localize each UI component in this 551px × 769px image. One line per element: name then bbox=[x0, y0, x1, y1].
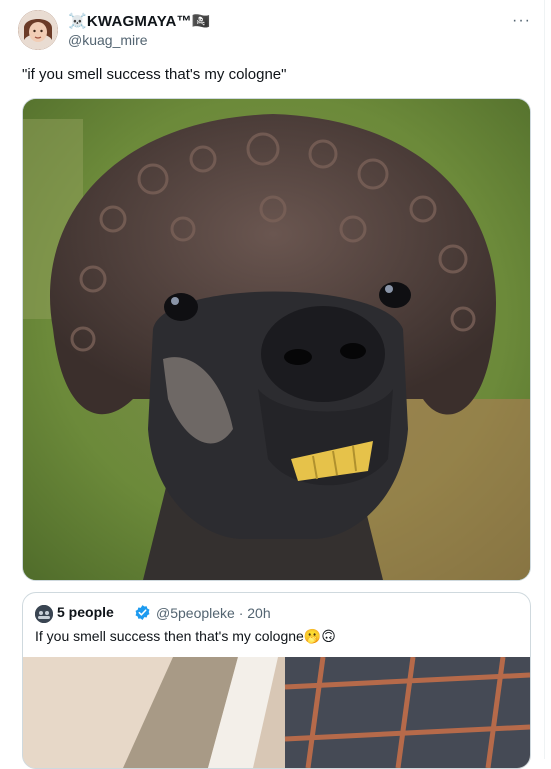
alpaca-photo bbox=[23, 99, 530, 580]
quoted-display-name[interactable]: 5 people bbox=[57, 604, 114, 620]
display-name[interactable]: ☠️KWAGMAYA™🏴‍☠️ bbox=[68, 12, 211, 30]
tweet-media-image[interactable] bbox=[22, 98, 531, 581]
window-photo bbox=[23, 656, 530, 768]
more-options-icon[interactable]: ··· bbox=[512, 12, 531, 30]
quoted-tweet-text: If you smell success then that's my colo… bbox=[35, 628, 336, 644]
user-handle[interactable]: @kuag_mire bbox=[68, 32, 148, 48]
tweet[interactable]: ☠️KWAGMAYA™🏴‍☠️ @kuag_mire ··· "if you s… bbox=[0, 0, 545, 769]
quoted-avatar[interactable] bbox=[35, 605, 53, 623]
quoted-tweet[interactable]: 5 people @5peopleke · 20h If you smell s… bbox=[22, 592, 531, 769]
tweet-text: "if you smell success that's my cologne" bbox=[22, 66, 287, 83]
quoted-media-image[interactable] bbox=[23, 656, 530, 768]
group-avatar-icon bbox=[35, 605, 53, 623]
verified-badge-icon bbox=[135, 605, 150, 620]
avatar[interactable] bbox=[18, 10, 58, 50]
quoted-handle-time[interactable]: @5peopleke · 20h bbox=[156, 605, 271, 621]
avatar-icon bbox=[18, 10, 58, 50]
